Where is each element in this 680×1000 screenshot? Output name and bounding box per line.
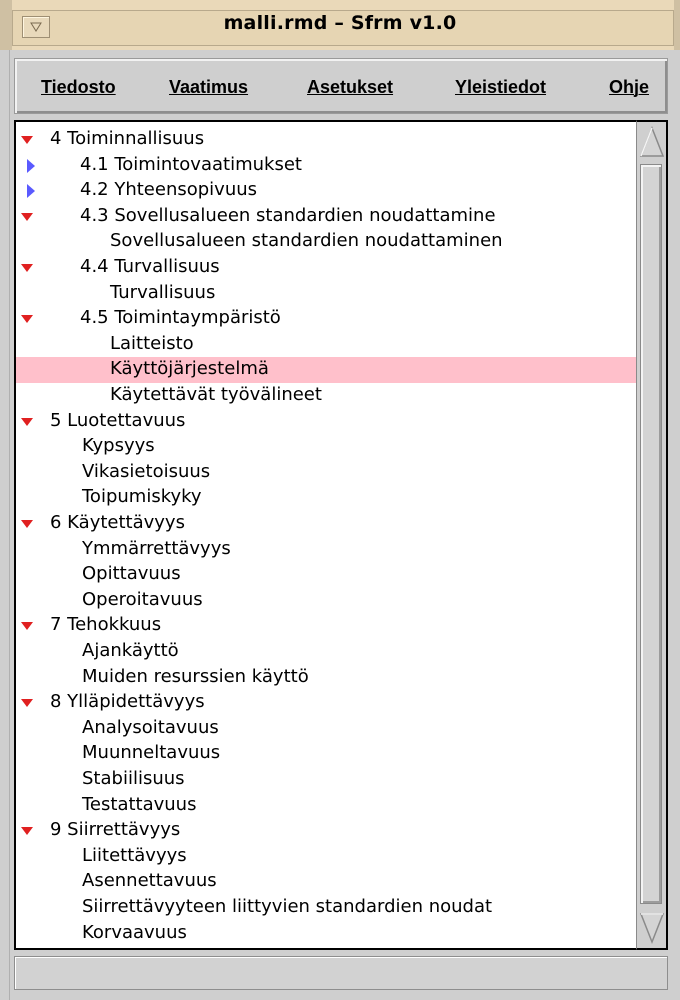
tree-item-label: 4 Toiminnallisuus — [50, 128, 205, 149]
expanded-arrow-icon[interactable] — [20, 824, 34, 838]
scroll-thumb[interactable] — [640, 164, 662, 904]
tree-item-label: 4.1 Toimintovaatimukset — [80, 153, 302, 175]
tree-leaf-item[interactable]: Käytettävät työvälineet — [16, 383, 636, 409]
tree-leaf-item[interactable]: Turvallisuus — [16, 281, 636, 307]
tree-node-item[interactable]: 6 Käytettävyys — [16, 511, 636, 537]
tree-item-label: 7 Tehokkuus — [50, 614, 162, 636]
tree-item-label: 6 Käytettävyys — [50, 512, 185, 533]
expanded-arrow-icon[interactable] — [20, 415, 34, 429]
menu-yleistiedot[interactable]: Yleistiedot — [455, 77, 546, 98]
tree-leaf-item[interactable]: Käyttöjärjestelmä — [16, 357, 636, 384]
tree-leaf-item[interactable]: Sovellusalueen standardien noudattaminen — [16, 229, 636, 255]
tree-item-label: Asennettavuus — [82, 870, 217, 892]
tree-leaf-item[interactable]: Siirrettävyyteen liittyvien standardien … — [16, 895, 636, 921]
tree-leaf-item[interactable]: Kypsyys — [16, 434, 636, 460]
tree-leaf-item[interactable]: Ajankäyttö — [16, 639, 636, 665]
tree-item-label: 4.5 Toimintaympäristö — [80, 307, 281, 329]
tree-item-label: Muunneltavuus — [82, 742, 221, 764]
menu-asetukset[interactable]: Asetukset — [307, 77, 393, 98]
tree-item-label: Käyttöjärjestelmä — [110, 358, 269, 380]
tree-leaf-item[interactable]: Ymmärrettävyys — [16, 537, 636, 563]
tree-leaf-item[interactable]: Asennettavuus — [16, 869, 636, 895]
tree-item-label: 4.2 Yhteensopivuus — [80, 179, 258, 201]
tree-node-item[interactable]: 7 Tehokkuus — [16, 613, 636, 639]
expanded-arrow-icon[interactable] — [20, 619, 34, 633]
app-window: malli.rmd – Sfrm v1.0 Tiedosto Vaatimus … — [0, 0, 680, 1000]
tree-node-item[interactable]: 5 Luotettavuus — [16, 409, 636, 435]
tree-item-label: 9 Siirrettävyys — [50, 819, 181, 841]
tree-node-item[interactable]: 4.2 Yhteensopivuus — [16, 178, 636, 204]
tree-node-item[interactable]: 4.5 Toimintaympäristö — [16, 306, 636, 332]
menu-tiedosto[interactable]: Tiedosto — [41, 77, 116, 98]
tree-item-label: Sovellusalueen standardien noudattaminen — [110, 230, 503, 252]
tree-item-label: Muiden resurssien käyttö — [82, 665, 309, 687]
tree-item-label: 4.3 Sovellusalueen standardien noudattam… — [80, 204, 496, 226]
expanded-arrow-icon[interactable] — [20, 312, 34, 326]
tree-leaf-item[interactable]: Stabiilisuus — [16, 767, 636, 793]
tree-leaf-item[interactable]: Muiden resurssien käyttö — [16, 665, 636, 691]
tree-item-label: 8 Ylläpidettävyys — [50, 691, 205, 713]
expanded-arrow-icon[interactable] — [20, 517, 34, 531]
tree-item-label: Korvaavuus — [82, 921, 187, 943]
expanded-arrow-icon[interactable] — [20, 133, 34, 147]
window-frame-right — [672, 50, 680, 1000]
tree-item-label: Toipumiskyky — [82, 486, 202, 508]
tree-item-label: Testattavuus — [82, 793, 197, 815]
tree-node-item[interactable]: 9 Siirrettävyys — [16, 818, 636, 844]
scroll-up-arrow-icon[interactable] — [639, 124, 665, 160]
tree-item-label: Analysoitavuus — [82, 716, 219, 738]
tree-item-label: Opittavuus — [82, 563, 181, 585]
tree-item-label: Operoitavuus — [82, 588, 203, 610]
tree-leaf-item[interactable]: Operoitavuus — [16, 588, 636, 614]
expanded-arrow-icon[interactable] — [20, 696, 34, 710]
tree-leaf-item[interactable]: Toipumiskyky — [16, 485, 636, 511]
tree-item-label: Kypsyys — [82, 435, 155, 457]
tree-leaf-item[interactable]: Korvaavuus — [16, 921, 636, 947]
window-frame-left — [0, 50, 10, 1000]
tree-node-item[interactable]: 4.3 Sovellusalueen standardien noudattam… — [16, 204, 636, 230]
tree-item-label: 4.4 Turvallisuus — [80, 256, 220, 277]
tree-node-item[interactable]: 4 Toiminnallisuus — [16, 127, 636, 153]
tree-leaf-item[interactable]: Vikasietoisuus — [16, 460, 636, 486]
tree-item-label: Laitteisto — [110, 332, 194, 354]
menu-ohje[interactable]: Ohje — [609, 77, 649, 98]
tree-item-label: 5 Luotettavuus — [50, 409, 186, 431]
collapsed-arrow-icon[interactable] — [24, 158, 38, 173]
window-title: malli.rmd – Sfrm v1.0 — [223, 12, 457, 34]
tree-node-item[interactable]: 8 Ylläpidettävyys — [16, 690, 636, 716]
tree-leaf-item[interactable]: Opittavuus — [16, 562, 636, 588]
tree-item-label: Ajankäyttö — [82, 640, 179, 661]
collapsed-arrow-icon[interactable] — [24, 184, 38, 199]
status-bar — [14, 956, 668, 990]
vertical-scrollbar[interactable] — [636, 120, 668, 950]
tree-item-label: Ymmärrettävyys — [82, 537, 231, 559]
expanded-arrow-icon[interactable] — [20, 261, 34, 275]
tree-item-label: Vikasietoisuus — [82, 460, 211, 482]
menu-vaatimus[interactable]: Vaatimus — [169, 77, 248, 98]
tree-leaf-item[interactable]: Liitettävyys — [16, 844, 636, 870]
tree-item-label: Käytettävät työvälineet — [110, 384, 322, 405]
expanded-arrow-icon[interactable] — [20, 210, 34, 224]
scroll-down-arrow-icon[interactable] — [639, 910, 665, 946]
tree-leaf-item[interactable]: Analysoitavuus — [16, 716, 636, 742]
tree-item-label: Stabiilisuus — [82, 768, 185, 789]
tree-item-label: Turvallisuus — [110, 281, 216, 303]
tree-leaf-item[interactable]: Laitteisto — [16, 332, 636, 358]
tree-item-label: Siirrettävyyteen liittyvien standardien … — [82, 896, 493, 917]
menu-bar: Tiedosto Vaatimus Asetukset Yleistiedot … — [14, 58, 668, 114]
tree-node-item[interactable]: 4.1 Toimintovaatimukset — [16, 153, 636, 179]
tree-leaf-item[interactable]: Testattavuus — [16, 793, 636, 819]
tree-node-item[interactable]: 4.4 Turvallisuus — [16, 255, 636, 281]
tree-item-label: Liitettävyys — [82, 844, 187, 866]
requirements-tree[interactable]: 4 Toiminnallisuus 4.1 Toimintovaatimukset… — [14, 120, 668, 950]
tree-leaf-item[interactable]: Muunneltavuus — [16, 741, 636, 767]
